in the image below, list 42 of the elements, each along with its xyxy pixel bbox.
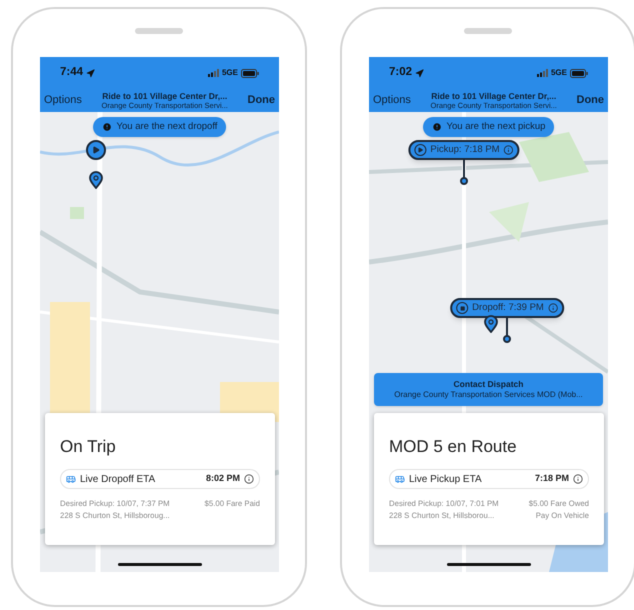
notice-text: You are the next pickup <box>446 120 546 134</box>
network-type: 5GE <box>550 67 567 79</box>
bus-icon <box>66 474 76 484</box>
status-time: 7:44 <box>60 65 84 80</box>
status-time: 7:02 <box>389 65 412 80</box>
eta-time: 8:02 PM <box>206 472 240 486</box>
eta-label: Live Dropoff ETA <box>80 472 156 486</box>
options-button[interactable]: Options <box>44 92 82 109</box>
nav-title: Ride to 101 Village Center Dr,... <box>431 92 556 100</box>
map-marker-icon[interactable] <box>484 315 498 333</box>
stop-time: Dropoff: 7:39 PM <box>472 300 544 315</box>
info-icon <box>573 474 583 484</box>
trip-status-title: On Trip <box>60 438 117 455</box>
signal-icon <box>536 69 548 77</box>
alert-icon <box>432 122 442 132</box>
network-type: 5GE <box>222 67 238 79</box>
signal-icon <box>208 69 219 77</box>
eta-time: 7:18 PM <box>534 472 569 486</box>
battery-icon <box>241 68 259 78</box>
info-icon <box>548 303 558 313</box>
battery-icon <box>570 68 588 78</box>
eta-label: Live Pickup ETA <box>409 472 483 486</box>
location-arrow-icon <box>415 68 424 78</box>
alert-icon <box>102 122 112 132</box>
nav-title: Ride to 101 Village Center Dr,... <box>102 92 228 100</box>
info-icon <box>504 145 514 155</box>
play-icon <box>414 144 426 156</box>
location-arrow-icon <box>86 68 96 78</box>
trip-status-title: MOD 5 en Route <box>389 438 518 455</box>
stop-icon <box>456 302 468 314</box>
bus-icon <box>395 474 405 484</box>
options-button[interactable]: Options <box>373 92 411 109</box>
stop-time: Pickup: 7:18 PM <box>430 142 500 157</box>
done-button[interactable]: Done <box>248 92 275 109</box>
contact-dispatch-button[interactable]: Contact Dispatch Orange County Transportation Services MOD (Mob... <box>374 373 603 406</box>
notice-text: You are the next dropoff <box>116 120 218 134</box>
speaker-slot <box>135 28 183 34</box>
info-icon <box>244 474 254 484</box>
stop-callout[interactable]: Pickup: 7:18 PM <box>408 140 520 160</box>
map-marker-icon[interactable] <box>89 171 103 189</box>
speaker-slot <box>464 28 512 34</box>
done-button[interactable]: Done <box>576 92 604 109</box>
